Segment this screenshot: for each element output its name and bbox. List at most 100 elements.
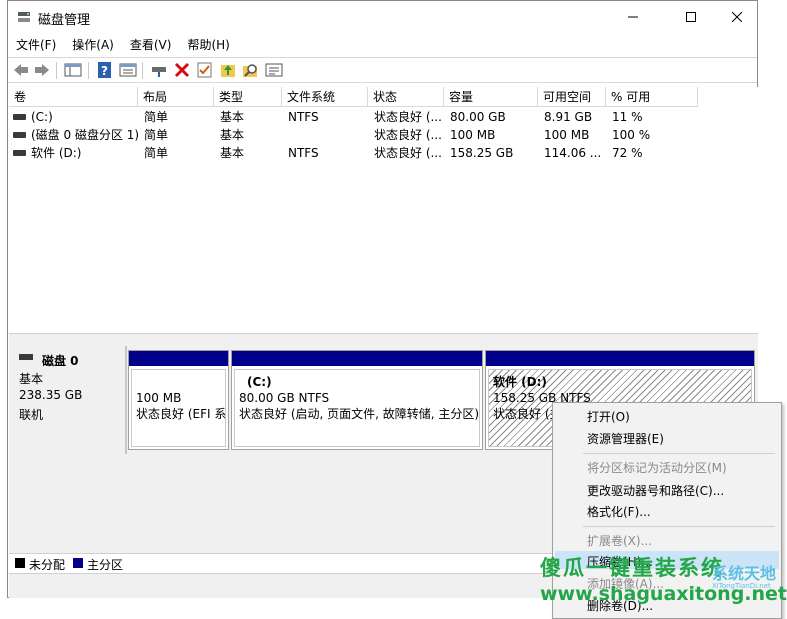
column-header-volume[interactable]: 卷	[9, 87, 138, 107]
disk-size: 238.35 GB	[19, 388, 83, 402]
disk-0-label[interactable]: 磁盘 0 基本 238.35 GB 联机	[11, 346, 127, 454]
volume-layout: 简单	[144, 128, 169, 142]
toolbar-separator	[56, 62, 57, 79]
partition-title: 软件 (D:)	[493, 375, 547, 389]
maximize-button[interactable]	[668, 1, 714, 33]
forward-icon[interactable]	[33, 62, 51, 78]
legend-label-unallocated: 未分配	[29, 558, 66, 572]
column-header-percent-free[interactable]: % 可用	[606, 87, 698, 107]
column-header-capacity[interactable]: 容量	[444, 87, 538, 107]
volume-filesystem: NTFS	[288, 110, 319, 124]
disk-name: 磁盘 0	[42, 354, 79, 368]
column-header-status[interactable]: 状态	[368, 87, 444, 107]
volume-type: 基本	[220, 110, 245, 124]
toolbar-separator	[88, 62, 89, 79]
column-header-filesystem[interactable]: 文件系统	[282, 87, 368, 107]
volume-free: 8.91 GB	[544, 110, 593, 124]
partition-bar	[486, 351, 754, 366]
table-row[interactable]: 软件 (D:) 简单 基本 NTFS 状态良好 (... 158.25 GB 1…	[9, 144, 758, 162]
close-icon	[732, 12, 742, 22]
column-header-layout[interactable]: 布局	[138, 87, 214, 107]
connect-icon[interactable]	[150, 62, 168, 78]
partition-bar	[129, 351, 228, 366]
back-icon[interactable]	[12, 62, 30, 78]
legend-swatch-unallocated	[15, 558, 25, 568]
menu-separator	[583, 526, 775, 527]
volume-percent: 11 %	[612, 110, 643, 124]
volume-layout: 简单	[144, 146, 169, 160]
watermark-title: 傻瓜一键重装系统	[540, 556, 724, 580]
menu-action[interactable]: 操作(A)	[64, 35, 122, 55]
toolbar-separator	[142, 62, 143, 79]
disk-icon	[19, 354, 33, 360]
volume-list: 卷 布局 类型 文件系统 状态 容量 可用空间 % 可用 (C:) 简单 基本 …	[9, 87, 758, 333]
legend-swatch-primary	[73, 558, 83, 568]
menu-item-change-drive-letter[interactable]: 更改驱动器号和路径(C)...	[587, 482, 724, 499]
watermark-logo-sub: XiTongTianDi.net	[712, 582, 771, 590]
disk-management-icon	[18, 12, 30, 22]
column-header-type[interactable]: 类型	[214, 87, 282, 107]
partition-title	[136, 374, 221, 390]
volume-percent: 100 %	[612, 128, 651, 142]
volume-free: 100 MB	[544, 128, 590, 142]
partition-title: (C:)	[247, 375, 272, 389]
volume-status: 状态良好 (...	[374, 128, 442, 142]
volume-layout: 简单	[144, 110, 169, 124]
volume-name: (C:)	[31, 110, 53, 124]
volume-capacity: 80.00 GB	[450, 110, 506, 124]
partition-efi[interactable]: 100 MB 状态良好 (EFI 系	[128, 350, 229, 450]
help-icon[interactable]: ?	[96, 62, 114, 78]
delete-icon[interactable]	[173, 62, 191, 78]
volume-filesystem	[288, 126, 368, 144]
menu-item-open[interactable]: 打开(O)	[587, 408, 630, 425]
list-icon[interactable]	[265, 62, 283, 78]
title-bar: 磁盘管理	[8, 1, 757, 33]
window-title: 磁盘管理	[38, 13, 91, 28]
menu-item-explorer[interactable]: 资源管理器(E)	[587, 430, 664, 447]
partition-size: 80.00 GB NTFS	[239, 391, 330, 405]
partition-size: 100 MB	[136, 391, 182, 405]
volume-icon	[13, 149, 26, 156]
volume-free: 114.06 ...	[544, 146, 602, 160]
partition-status: 状态良好 (启动, 页面文件, 故障转储, 主分区)	[239, 407, 480, 421]
menu-item-format[interactable]: 格式化(F)...	[587, 503, 651, 520]
volume-type: 基本	[220, 128, 245, 142]
table-row[interactable]: (C:) 简单 基本 NTFS 状态良好 (... 80.00 GB 8.91 …	[9, 108, 758, 126]
menu-item-mark-active[interactable]: 将分区标记为活动分区(M)	[587, 459, 727, 476]
volume-status: 状态良好 (...	[374, 146, 442, 160]
toolbar: ?	[8, 57, 757, 83]
minimize-button[interactable]	[610, 1, 656, 33]
menu-item-extend-volume[interactable]: 扩展卷(X)...	[587, 532, 652, 549]
legend-label-primary: 主分区	[87, 558, 124, 572]
console-tree-icon[interactable]	[64, 62, 82, 78]
minimize-icon	[628, 16, 638, 18]
volume-name: (磁盘 0 磁盘分区 1)	[31, 128, 138, 142]
volume-name: 软件 (D:)	[31, 146, 82, 160]
volume-type: 基本	[220, 146, 245, 160]
volume-icon	[13, 113, 26, 120]
maximize-icon	[686, 12, 696, 22]
partition-status: 状态良好 (EFI 系	[136, 407, 226, 421]
partition-bar	[232, 351, 482, 366]
partition-c[interactable]: (C:) 80.00 GB NTFS 状态良好 (启动, 页面文件, 故障转储,…	[231, 350, 483, 450]
search-icon[interactable]	[242, 62, 260, 78]
column-header-free-space[interactable]: 可用空间	[538, 87, 606, 107]
menu-help[interactable]: 帮助(H)	[179, 35, 237, 55]
menu-separator	[583, 453, 775, 454]
menu-view[interactable]: 查看(V)	[122, 35, 180, 55]
new-folder-up-icon[interactable]	[219, 62, 237, 78]
menu-bar: 文件(F) 操作(A) 查看(V) 帮助(H)	[8, 35, 238, 55]
volume-percent: 72 %	[612, 146, 643, 160]
volume-status: 状态良好 (...	[374, 110, 442, 124]
volume-filesystem: NTFS	[288, 146, 319, 160]
properties-icon[interactable]	[119, 62, 137, 78]
check-icon[interactable]	[196, 62, 214, 78]
volume-capacity: 100 MB	[450, 128, 496, 142]
volume-icon	[13, 131, 26, 138]
volume-capacity: 158.25 GB	[450, 146, 514, 160]
menu-file[interactable]: 文件(F)	[8, 35, 64, 55]
close-button[interactable]	[714, 1, 760, 33]
disk-state: 联机	[19, 408, 44, 422]
table-row[interactable]: (磁盘 0 磁盘分区 1) 简单 基本 状态良好 (... 100 MB 100…	[9, 126, 758, 144]
watermark-logo: 系统天地	[712, 564, 777, 583]
